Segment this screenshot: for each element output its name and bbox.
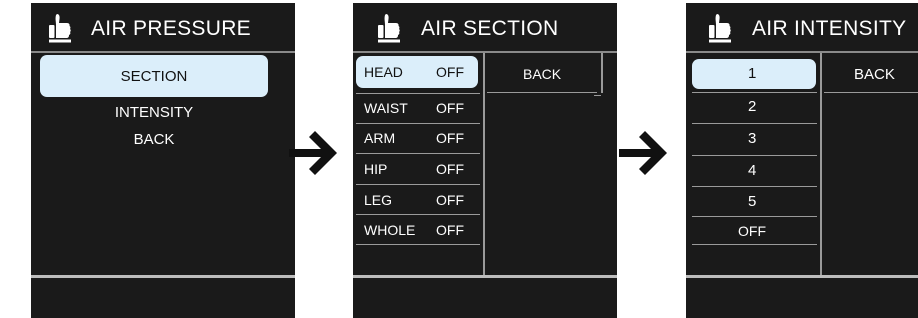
- row-divider: [692, 244, 817, 245]
- footer-divider: [353, 275, 617, 278]
- section-label-whole[interactable]: WHOLE: [364, 222, 415, 238]
- air-intensity-screen: AIR INTENSITY 1 2 3 4 5 OFF BACK: [686, 3, 918, 318]
- intensity-level-3[interactable]: 3: [748, 130, 756, 147]
- arrow-right-icon: [619, 131, 667, 175]
- row-divider: [594, 95, 601, 96]
- column-divider: [601, 53, 603, 93]
- section-label-arm[interactable]: ARM: [364, 130, 395, 146]
- menu-item-section-label: SECTION: [120, 68, 188, 85]
- row-divider: [824, 92, 918, 93]
- section-label-waist[interactable]: WAIST: [364, 100, 408, 116]
- intensity-level-4[interactable]: 4: [748, 162, 756, 179]
- section-value-head: OFF: [436, 64, 464, 80]
- section-label-hip[interactable]: HIP: [364, 161, 387, 177]
- menu-item-back[interactable]: BACK: [31, 131, 277, 148]
- section-value-whole[interactable]: OFF: [436, 222, 464, 238]
- intensity-level-2[interactable]: 2: [748, 98, 756, 115]
- screen-header: AIR PRESSURE: [31, 3, 295, 51]
- column-divider: [483, 53, 485, 275]
- row-divider: [356, 153, 480, 154]
- row-divider: [356, 93, 480, 94]
- screen-title: AIR SECTION: [421, 17, 559, 40]
- intensity-off[interactable]: OFF: [738, 223, 766, 239]
- thumbs-up-icon: [709, 14, 731, 43]
- row-divider: [487, 92, 597, 93]
- back-button[interactable]: BACK: [854, 66, 895, 83]
- screen-header: AIR INTENSITY: [686, 3, 918, 51]
- footer-divider: [686, 275, 918, 278]
- section-label-head: HEAD: [364, 64, 403, 80]
- header-divider: [31, 51, 295, 53]
- section-label-leg[interactable]: LEG: [364, 192, 392, 208]
- back-button[interactable]: BACK: [523, 66, 561, 82]
- section-value-waist[interactable]: OFF: [436, 100, 464, 116]
- footer-divider: [31, 275, 295, 278]
- section-value-arm[interactable]: OFF: [436, 130, 464, 146]
- air-section-screen: AIR SECTION HEAD OFF WAIST OFF ARM OFF H…: [353, 3, 617, 318]
- row-divider: [356, 214, 480, 215]
- thumbs-up-icon: [49, 14, 71, 43]
- thumbs-up-icon: [378, 14, 400, 43]
- row-divider: [692, 92, 817, 93]
- screen-title: AIR INTENSITY: [752, 17, 907, 40]
- row-divider: [692, 216, 817, 217]
- intensity-level-1-label: 1: [748, 65, 757, 82]
- row-divider: [692, 155, 817, 156]
- section-value-hip[interactable]: OFF: [436, 161, 464, 177]
- row-divider: [692, 186, 817, 187]
- air-pressure-screen: AIR PRESSURE SECTION INTENSITY BACK: [31, 3, 295, 318]
- screen-title: AIR PRESSURE: [91, 17, 251, 40]
- row-divider: [692, 123, 817, 124]
- row-divider: [356, 244, 480, 245]
- row-divider: [356, 123, 480, 124]
- header-divider: [353, 51, 617, 53]
- menu-item-intensity[interactable]: INTENSITY: [31, 104, 277, 121]
- header-divider: [686, 51, 918, 53]
- section-value-leg[interactable]: OFF: [436, 192, 464, 208]
- column-divider: [820, 53, 822, 275]
- screen-header: AIR SECTION: [353, 3, 617, 51]
- intensity-level-5[interactable]: 5: [748, 193, 756, 210]
- row-divider: [356, 184, 480, 185]
- arrow-right-icon: [289, 131, 337, 175]
